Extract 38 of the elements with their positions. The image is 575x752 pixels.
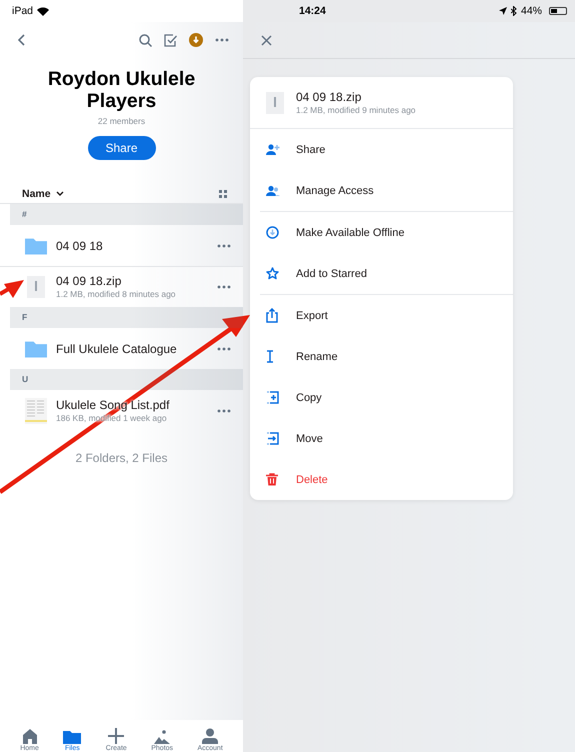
share-button[interactable]: Share <box>88 136 156 160</box>
section-header: # <box>10 204 243 225</box>
menu-item[interactable]: Export <box>250 295 513 336</box>
menu-label: Make Available Offline <box>296 226 404 238</box>
menu-item[interactable]: Add to Starred <box>250 253 513 294</box>
file-count-summary: 2 Folders, 2 Files <box>74 451 169 465</box>
menu-label: Export <box>296 310 328 322</box>
menu-item[interactable]: Move <box>250 418 513 459</box>
menu-label: Add to Starred <box>296 268 367 280</box>
device-name: iPad <box>12 5 34 17</box>
section-header: F <box>10 307 243 328</box>
menu-label: Share <box>296 144 326 156</box>
file-row[interactable]: 04 09 18.zip 1.2 MB, modified 8 minutes ago <box>0 266 243 307</box>
menu-item[interactable]: Share <box>250 129 513 170</box>
file-details: 1.2 MB, modified 8 minutes ago <box>56 289 177 299</box>
section-header: U <box>10 369 243 390</box>
menu-item[interactable]: Make Available Offline <box>250 212 513 253</box>
menu-label: Rename <box>296 350 338 362</box>
menu-item[interactable]: Copy <box>250 377 513 418</box>
member-count: 22 members <box>96 116 146 126</box>
file-name: Full Ukulele Catalogue <box>56 342 178 356</box>
file-name: 04 09 18 <box>56 238 104 252</box>
file-details: 1.2 MB, modified 9 minutes ago <box>296 105 416 115</box>
menu-label: Delete <box>296 474 328 486</box>
file-row[interactable]: 04 09 18 <box>0 225 243 266</box>
battery-percentage: 44% <box>520 5 542 17</box>
file-row[interactable]: Full Ukulele Catalogue <box>0 328 243 369</box>
clock: 14:24 <box>299 5 326 17</box>
file-name: 04 09 18.zip <box>56 274 122 288</box>
folder-title: Roydon Ukulele Players <box>46 68 196 112</box>
sort-button[interactable]: Name <box>22 188 51 200</box>
menu-label: Manage Access <box>296 184 374 196</box>
menu-item[interactable]: Rename <box>250 336 513 377</box>
menu-item[interactable]: Delete <box>250 459 513 500</box>
file-name: 04 09 18.zip <box>296 90 362 104</box>
menu-label: Move <box>296 432 323 444</box>
menu-item[interactable]: Manage Access <box>250 170 513 211</box>
menu-label: Copy <box>296 392 322 404</box>
